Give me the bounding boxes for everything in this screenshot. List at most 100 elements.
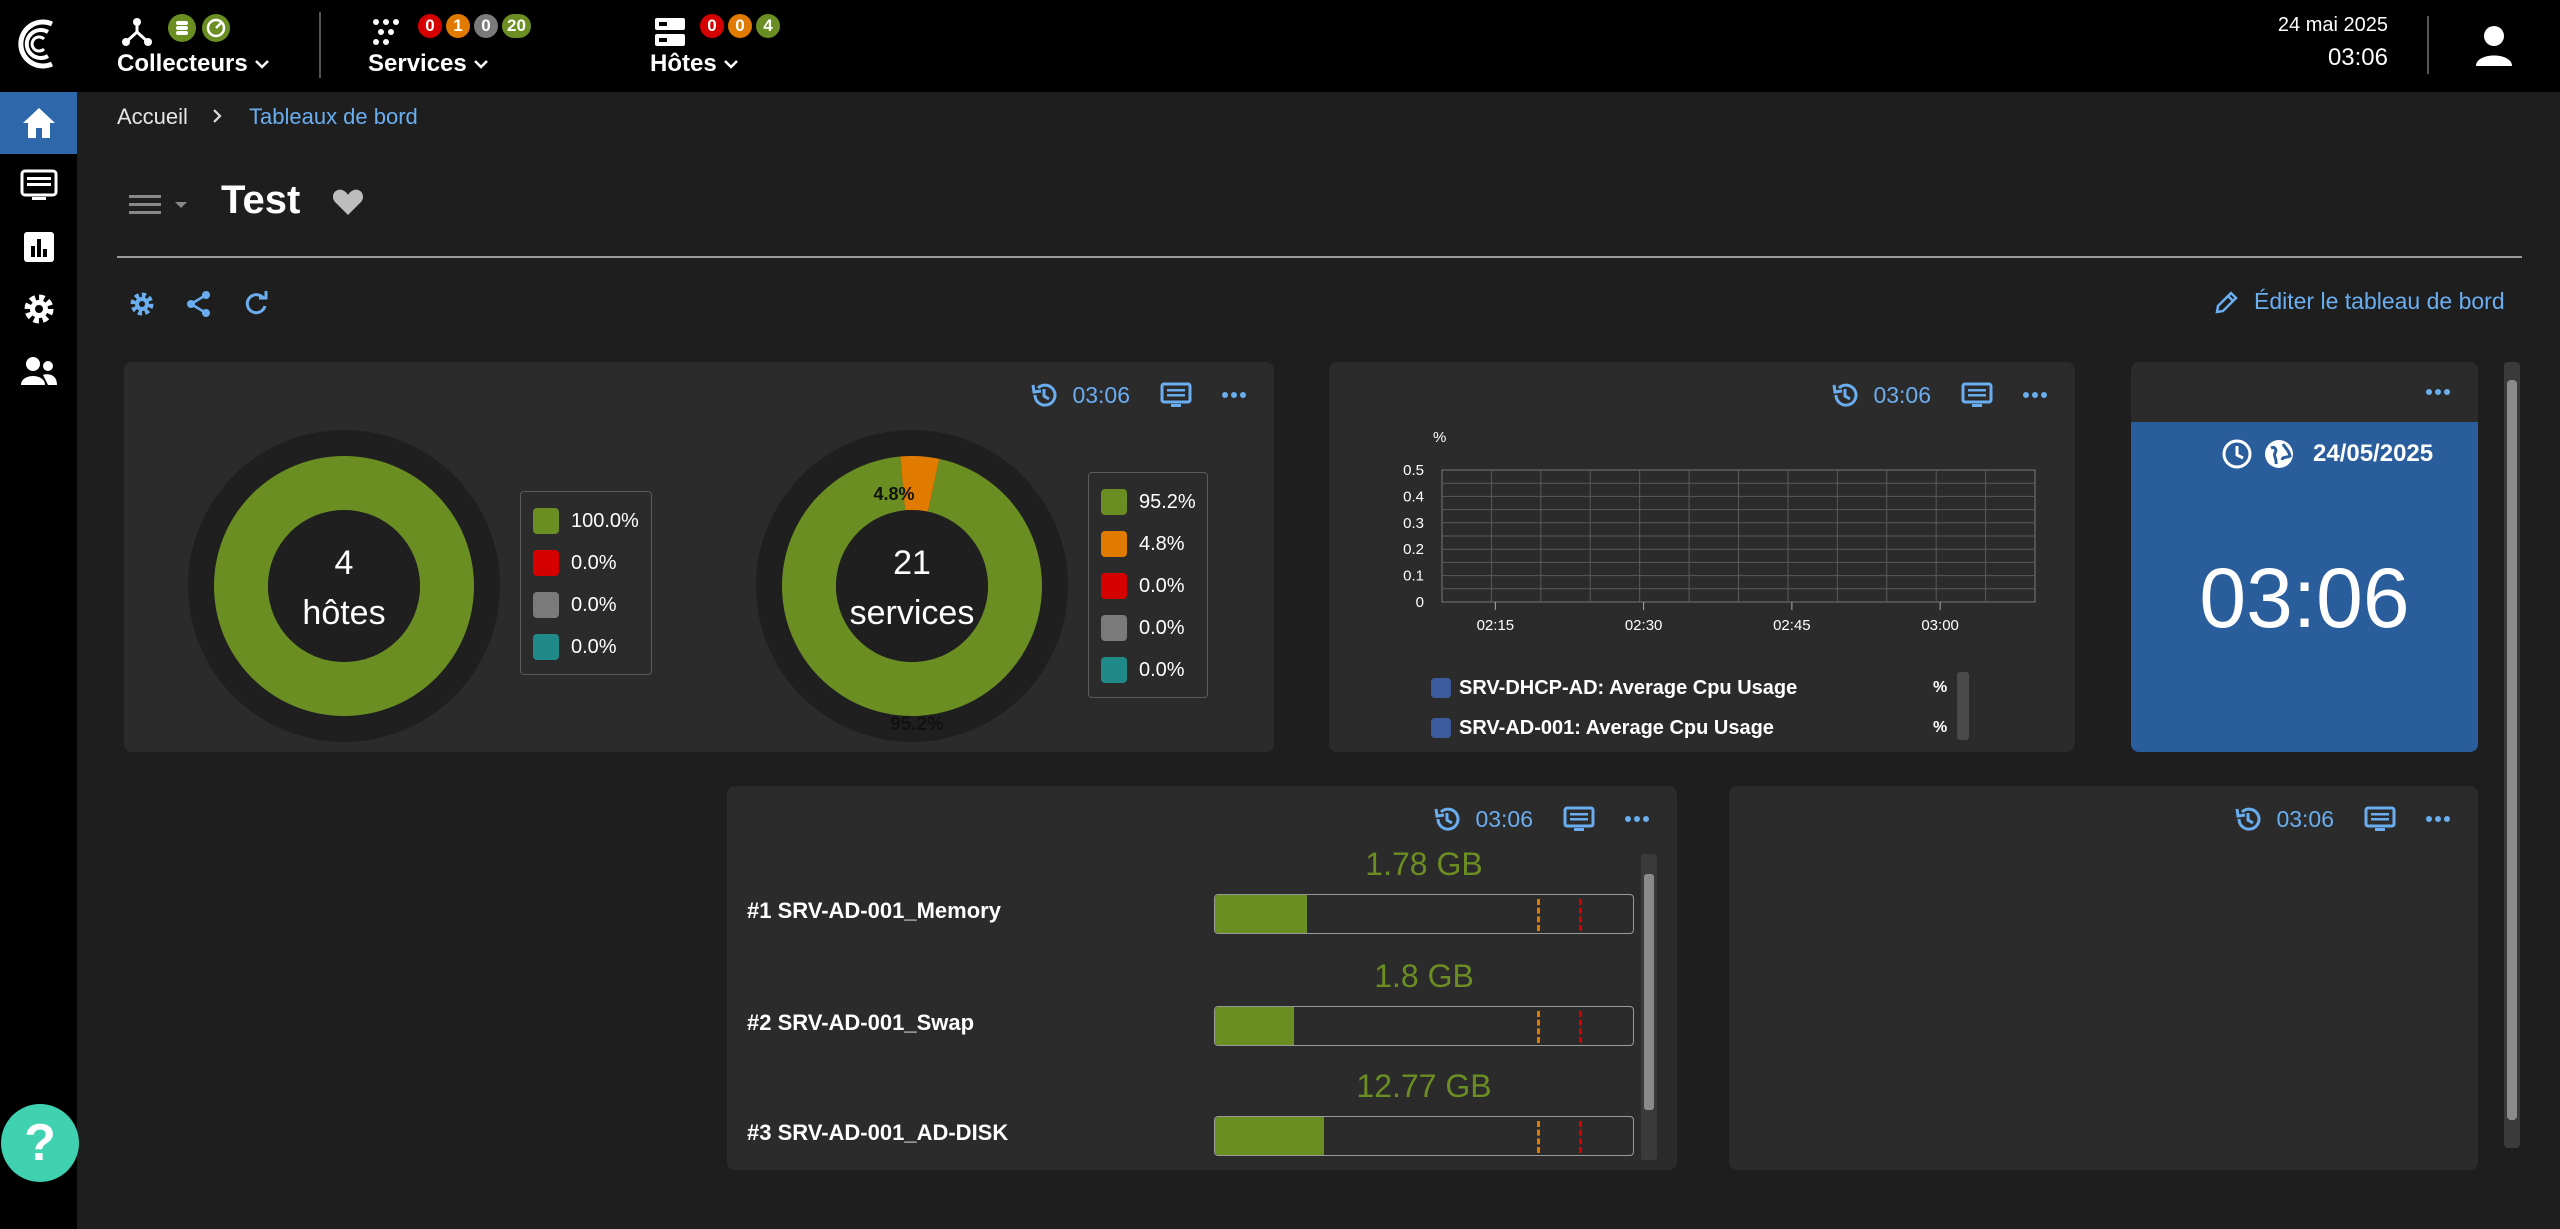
description-icon[interactable]	[2364, 806, 2396, 832]
legend-item-up[interactable]: 100.0%	[521, 500, 651, 542]
monitoring-icon	[20, 169, 57, 200]
hosts-icon[interactable]	[653, 16, 687, 48]
dashboard-menu-icon[interactable]	[129, 193, 193, 217]
more-options-icon[interactable]	[2426, 815, 2450, 823]
configuration-icon	[24, 294, 53, 324]
legend-item-ok[interactable]: 95.2%	[1089, 481, 1207, 523]
legend-item-pending[interactable]: 0.0%	[521, 626, 651, 668]
cpu-line-chart[interactable]: % 0.5 0.4 0.3 0.2 0.1 0 02:15 02:30 02:45 03:00	[1329, 432, 2075, 672]
history-icon	[2235, 807, 2261, 831]
services-icon[interactable]	[372, 18, 404, 46]
hosts-unreachable-count[interactable]: 0	[728, 14, 752, 38]
widget-header: 03:06	[1030, 362, 1274, 428]
legend-item-unknown[interactable]: 0.0%	[1089, 607, 1207, 649]
services-unknown-count[interactable]: 0	[474, 14, 498, 38]
legend-series-2[interactable]: SRV-AD-001: Average Cpu Usage %	[1431, 708, 1947, 748]
y-tick-label: 0.4	[1403, 488, 1424, 505]
sidebar: ?	[0, 92, 79, 1229]
refresh-status[interactable]: 03:06	[1433, 805, 1533, 833]
resource-value: 12.77 GB	[1356, 1068, 1492, 1104]
widget-header	[2426, 362, 2478, 422]
legend-item-pending[interactable]: 0.0%	[1089, 649, 1207, 691]
legend-swatch	[533, 550, 559, 576]
hosts-count: 4	[335, 544, 354, 582]
pencil-icon	[2215, 290, 2238, 314]
page-title: Test	[221, 178, 301, 222]
clock-time: 03:06	[2199, 551, 2410, 645]
legend-item-down[interactable]: 0.0%	[521, 542, 651, 584]
description-icon[interactable]	[1961, 382, 1993, 408]
usage-bar-fill	[1215, 1007, 1295, 1045]
empty-widget: 03:06	[1729, 786, 2478, 1170]
centreon-logo[interactable]	[12, 14, 64, 74]
legend-value: 0.0%	[571, 551, 617, 574]
database-status-icon[interactable]	[168, 14, 196, 42]
legend-item-critical[interactable]: 0.0%	[1089, 565, 1207, 607]
administration-icon	[20, 357, 57, 385]
settings-gear-icon[interactable]	[128, 290, 156, 318]
refresh-status[interactable]: 03:06	[1831, 381, 1931, 409]
user-profile-icon[interactable]	[2474, 24, 2514, 66]
collectors-icon[interactable]	[120, 16, 154, 48]
edit-dashboard-button[interactable]: Éditer le tableau de bord	[2214, 288, 2505, 315]
services-count: 21	[893, 544, 931, 582]
chevron-down-icon	[473, 60, 488, 69]
edit-dashboard-label: Éditer le tableau de bord	[2254, 288, 2505, 314]
top-bottom-widget: 03:06 #1 SRV-AD-001_Memory 1.78 GB #2 SR…	[727, 786, 1677, 1170]
top-bar: Collecteurs 0 1 0 20 Services 0 0 4 Hôte…	[0, 0, 2560, 92]
hosts-donut-chart[interactable]: 4 hôtes	[184, 426, 504, 746]
page-scrollbar[interactable]	[2504, 362, 2520, 1148]
warning-threshold	[1537, 1011, 1540, 1043]
refresh-icon[interactable]	[242, 290, 270, 318]
x-tick-label: 02:15	[1477, 617, 1515, 634]
legend-item-warning[interactable]: 4.8%	[1089, 523, 1207, 565]
legend-value: 0.0%	[1139, 658, 1185, 681]
hosts-status-counters[interactable]: 0 0 4	[700, 14, 780, 38]
services-ok-count[interactable]: 20	[502, 14, 531, 38]
x-tick-label: 02:45	[1773, 617, 1811, 634]
clock-date: 24/05/2025	[2313, 440, 2434, 467]
x-tick-label: 03:00	[1921, 617, 1959, 634]
breadcrumb-home[interactable]: Accueil	[117, 104, 188, 130]
hosts-down-count[interactable]: 0	[700, 14, 724, 38]
hosts-up-count[interactable]: 4	[756, 14, 780, 38]
description-icon[interactable]	[1563, 806, 1595, 832]
collectors-menu[interactable]: Collecteurs	[117, 50, 270, 78]
sidebar-item-reporting[interactable]	[0, 216, 77, 278]
legend-swatch	[533, 508, 559, 534]
share-icon[interactable]	[185, 290, 213, 318]
sidebar-item-configuration[interactable]	[0, 278, 77, 340]
breadcrumb-current[interactable]: Tableaux de bord	[249, 104, 418, 130]
services-warning-count[interactable]: 1	[446, 14, 470, 38]
more-options-icon[interactable]	[1625, 815, 1649, 823]
help-button[interactable]: ?	[1, 1104, 79, 1182]
hosts-label: Hôtes	[650, 50, 717, 77]
refresh-status[interactable]: 03:06	[1030, 381, 1130, 409]
services-critical-count[interactable]: 0	[418, 14, 442, 38]
legend-series-1[interactable]: SRV-DHCP-AD: Average Cpu Usage %	[1431, 668, 1947, 708]
legend-scrollbar[interactable]	[1957, 672, 1969, 740]
sidebar-item-administration[interactable]	[0, 340, 77, 402]
widget-scrollbar[interactable]	[1641, 854, 1657, 1160]
refresh-status[interactable]: 03:06	[2234, 805, 2334, 833]
services-label: Services	[368, 50, 467, 77]
clock-panel: 24/05/2025 03:06	[2131, 422, 2478, 752]
latency-gauge-icon[interactable]	[202, 14, 230, 42]
refresh-time: 03:06	[2276, 805, 2334, 832]
chevron-right-icon	[213, 109, 222, 123]
hosts-menu[interactable]: Hôtes	[650, 50, 739, 78]
page-scrollbar-thumb[interactable]	[2507, 380, 2517, 1120]
services-status-counters[interactable]: 0 1 0 20	[418, 14, 531, 38]
services-menu[interactable]: Services	[368, 50, 489, 78]
favorite-heart-icon[interactable]	[332, 188, 364, 216]
legend-item-unreachable[interactable]: 0.0%	[521, 584, 651, 626]
sidebar-item-home[interactable]	[0, 92, 77, 154]
widget-scrollbar-thumb[interactable]	[1644, 874, 1654, 1110]
warning-threshold	[1537, 899, 1540, 931]
services-donut-chart[interactable]: 21 services 4.8% 95.2%	[752, 426, 1072, 746]
more-options-icon[interactable]	[2426, 388, 2450, 396]
description-icon[interactable]	[1160, 382, 1192, 408]
more-options-icon[interactable]	[2023, 391, 2047, 399]
sidebar-item-monitoring[interactable]	[0, 154, 77, 216]
more-options-icon[interactable]	[1222, 391, 1246, 399]
